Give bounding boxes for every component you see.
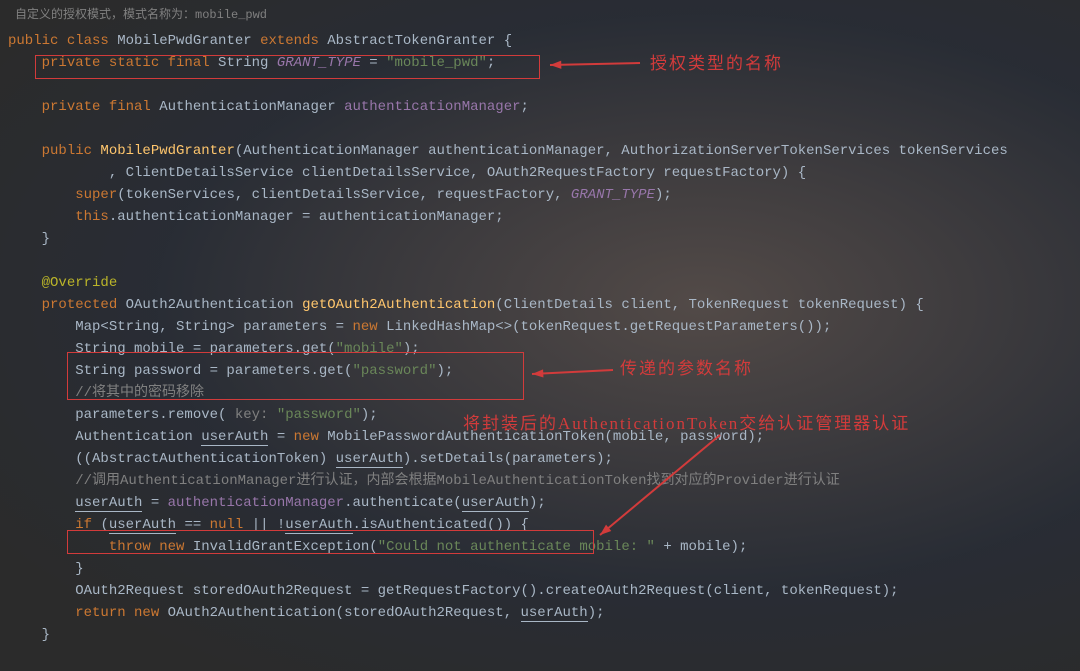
annotation-param-names: 传递的参数名称 [620, 358, 753, 380]
code-block: public class MobilePwdGranter extends Ab… [8, 30, 1008, 646]
code-screenshot: 自定义的授权模式，模式名称为：mobile_pwd public class M… [0, 0, 1080, 671]
annotation-grant-type-name: 授权类型的名称 [650, 53, 783, 75]
top-comment: 自定义的授权模式，模式名称为：mobile_pwd [15, 4, 267, 26]
annotation-auth-token: 将封装后的AuthenticationToken交给认证管理器认证 [463, 413, 910, 435]
